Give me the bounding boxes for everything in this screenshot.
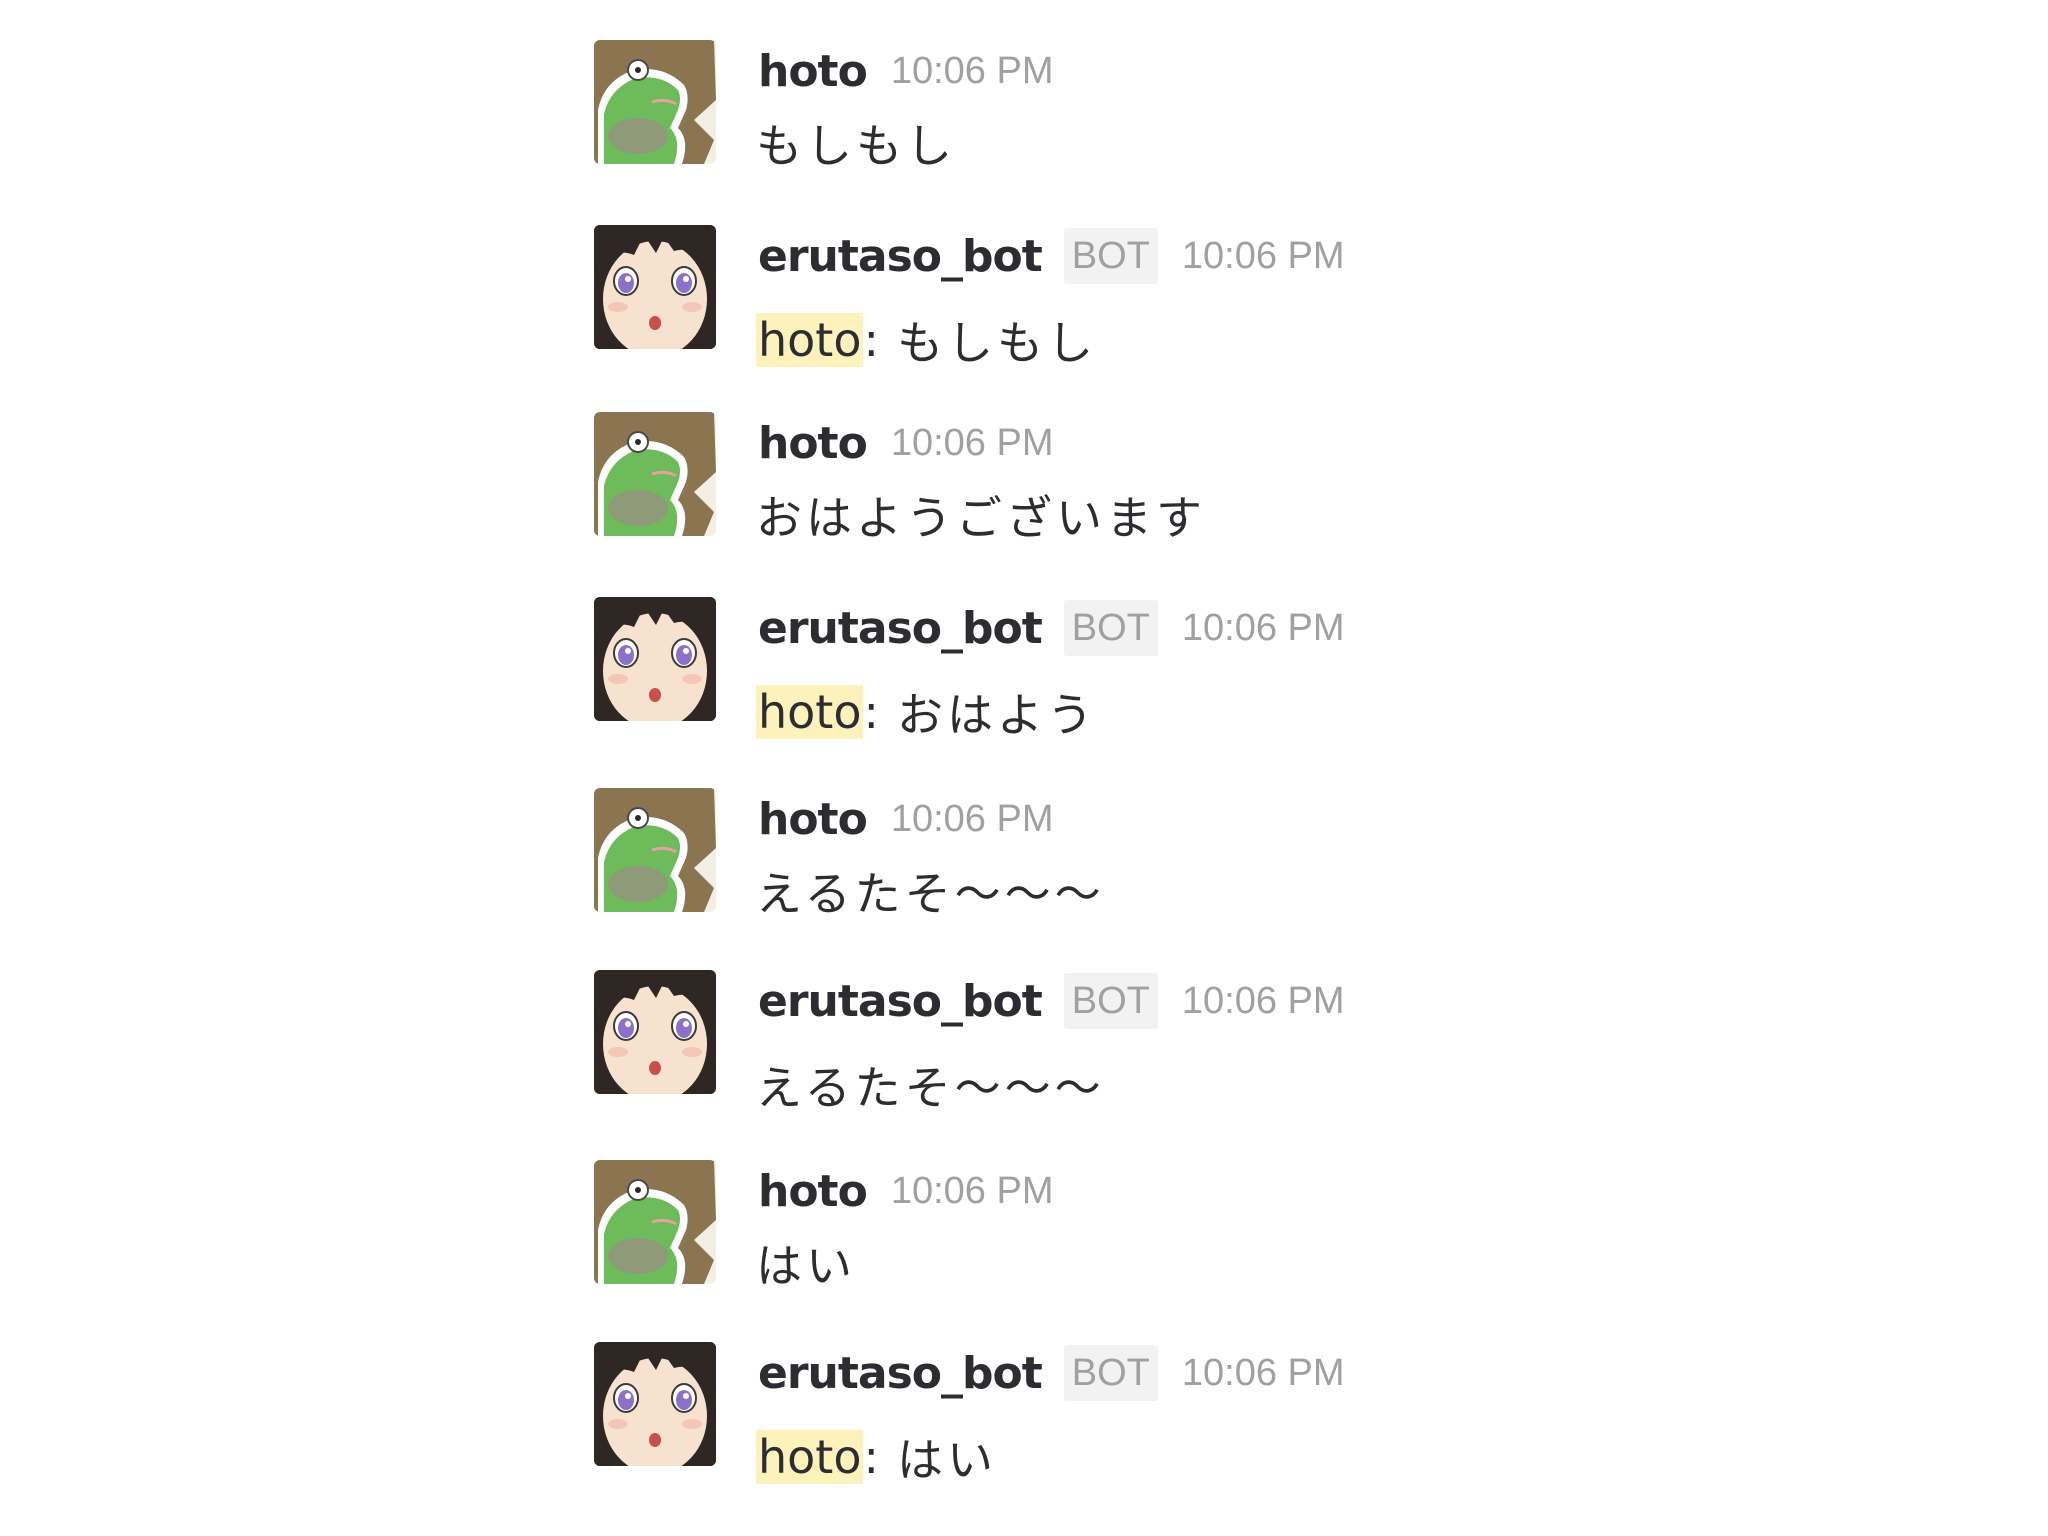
author-name[interactable]: hoto xyxy=(758,46,868,97)
bot-badge: BOT xyxy=(1063,1345,1158,1401)
anime-girl-avatar[interactable] xyxy=(594,1342,716,1466)
author-name[interactable]: hoto xyxy=(758,1166,868,1217)
frog-avatar-icon xyxy=(594,788,716,912)
author-name[interactable]: hoto xyxy=(758,794,868,845)
anime-girl-avatar[interactable] xyxy=(594,225,716,349)
message-item: hoto 10:06 PM はい xyxy=(594,1160,1994,1310)
mention-colon: : xyxy=(863,685,879,739)
message-text: えるたそ〜〜〜 xyxy=(756,867,1105,921)
message-text: hoto: もしもし xyxy=(756,307,1097,373)
message-feed: hoto 10:06 PM もしもし erutaso_bot BOT 10:06… xyxy=(0,0,2048,1536)
message-content: はい xyxy=(896,1433,997,1487)
timestamp[interactable]: 10:06 PM xyxy=(1182,607,1345,650)
anime-girl-avatar-icon xyxy=(594,225,716,349)
frog-avatar-icon xyxy=(594,40,716,164)
timestamp[interactable]: 10:06 PM xyxy=(891,798,1054,841)
message-text: おはようございます xyxy=(756,491,1206,545)
message-item: erutaso_bot BOT 10:06 PM hoto: おはよう xyxy=(594,597,1994,747)
user-mention[interactable]: hoto xyxy=(756,1430,864,1484)
message-item: hoto 10:06 PM おはようございます xyxy=(594,412,1994,562)
timestamp[interactable]: 10:06 PM xyxy=(1182,1352,1345,1395)
user-mention[interactable]: hoto xyxy=(756,313,864,367)
timestamp[interactable]: 10:06 PM xyxy=(1182,980,1345,1023)
message-text: はい xyxy=(756,1239,856,1293)
mention-colon: : xyxy=(863,1430,879,1484)
frog-avatar[interactable] xyxy=(594,1160,716,1284)
timestamp[interactable]: 10:06 PM xyxy=(891,50,1054,93)
anime-girl-avatar-icon xyxy=(594,1342,716,1466)
message-item: hoto 10:06 PM もしもし xyxy=(594,40,1994,190)
message-text: もしもし xyxy=(756,119,956,173)
author-name[interactable]: erutaso_bot xyxy=(758,1348,1043,1399)
timestamp[interactable]: 10:06 PM xyxy=(891,1170,1054,1213)
author-name[interactable]: erutaso_bot xyxy=(758,231,1043,282)
anime-girl-avatar-icon xyxy=(594,597,716,721)
author-name[interactable]: erutaso_bot xyxy=(758,603,1043,654)
frog-avatar[interactable] xyxy=(594,412,716,536)
author-name[interactable]: hoto xyxy=(758,418,868,469)
message-text: えるたそ〜〜〜 xyxy=(756,1061,1105,1115)
message-item: erutaso_bot BOT 10:06 PM hoto: もしもし xyxy=(594,225,1994,375)
author-name[interactable]: erutaso_bot xyxy=(758,976,1043,1027)
message-content: おはよう xyxy=(896,688,1097,742)
message-text: hoto: はい xyxy=(756,1424,997,1490)
mention-colon: : xyxy=(863,313,879,367)
timestamp[interactable]: 10:06 PM xyxy=(891,422,1054,465)
bot-badge: BOT xyxy=(1063,228,1158,284)
bot-badge: BOT xyxy=(1063,600,1158,656)
frog-avatar-icon xyxy=(594,1160,716,1284)
user-mention[interactable]: hoto xyxy=(756,685,864,739)
message-item: hoto 10:06 PM えるたそ〜〜〜 xyxy=(594,788,1994,938)
message-item: erutaso_bot BOT 10:06 PM hoto: はい xyxy=(594,1342,1994,1492)
bot-badge: BOT xyxy=(1063,973,1158,1029)
frog-avatar-icon xyxy=(594,412,716,536)
anime-girl-avatar[interactable] xyxy=(594,970,716,1094)
frog-avatar[interactable] xyxy=(594,788,716,912)
message-content: もしもし xyxy=(896,316,1097,370)
anime-girl-avatar-icon xyxy=(594,970,716,1094)
message-item: erutaso_bot BOT 10:06 PM えるたそ〜〜〜 xyxy=(594,970,1994,1120)
anime-girl-avatar[interactable] xyxy=(594,597,716,721)
message-text: hoto: おはよう xyxy=(756,679,1097,745)
timestamp[interactable]: 10:06 PM xyxy=(1182,235,1345,278)
frog-avatar[interactable] xyxy=(594,40,716,164)
